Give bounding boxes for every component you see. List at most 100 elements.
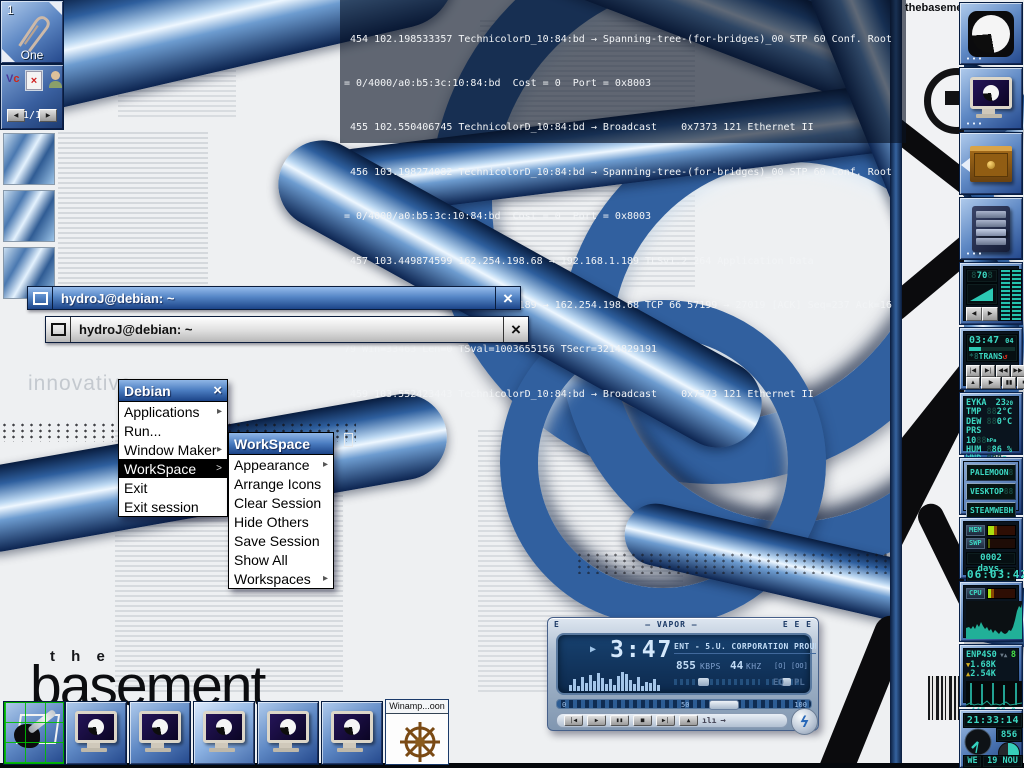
menu-item-exit[interactable]: Exit — [119, 478, 227, 497]
window-title: hydroJ@debian: ~ — [71, 317, 503, 342]
appicon-wprefs[interactable] — [3, 701, 65, 765]
volume-slider-handle[interactable] — [698, 678, 709, 686]
menu-item-hide-others[interactable]: Hide Others — [229, 512, 333, 531]
miniaturize-button[interactable] — [28, 287, 53, 309]
submenu-titlebar[interactable]: WorkSpace — [228, 432, 334, 455]
cpu-label: CPU — [966, 588, 985, 599]
menu-item-appearance[interactable]: Appearance▸ — [229, 455, 333, 474]
cpu-graph — [966, 601, 1022, 639]
cpu-dockapp[interactable]: CPU — [959, 581, 1023, 642]
clock-counter: 856 — [996, 728, 1022, 742]
wm-logo-icon — [280, 719, 296, 735]
menu-item-run[interactable]: Run... — [119, 421, 227, 440]
menu-item-applications[interactable]: Applications▸ — [119, 402, 227, 421]
pause-button[interactable]: ▮▮ — [610, 715, 629, 726]
track-title: ENT - 5.U. CORPORATION PROUDLY — [674, 642, 816, 654]
position-slider-handle[interactable] — [709, 700, 739, 710]
close-button[interactable]: × — [503, 317, 528, 342]
close-button[interactable]: × — [495, 287, 520, 309]
next-button[interactable]: ▶| — [656, 715, 675, 726]
stop-button[interactable]: ■ — [1017, 377, 1024, 389]
weather-dockapp[interactable]: EYKA 2320 TMP 882°C DEW 880°C PRS 1088hP… — [959, 392, 1023, 455]
menu-close-icon[interactable]: × — [213, 382, 222, 399]
terminal-window[interactable]: 454 102.198533357 TechnicolorD_10:84:bd … — [340, 0, 906, 143]
winamp-title: — VAPOR — — [645, 620, 697, 629]
miniaturize-button[interactable] — [46, 317, 71, 342]
titlebar-inactive[interactable]: hydroJ@debian: ~ × — [45, 316, 529, 343]
eject-button[interactable]: ▲ — [966, 377, 980, 389]
winamp-display: ▶ 3:47 ENT - 5.U. CORPORATION PROUDLY 85… — [556, 633, 812, 695]
dock-tile-cabinet[interactable] — [959, 197, 1023, 260]
shuffle-arrow-icon[interactable]: → — [720, 716, 725, 726]
play-button[interactable]: ▶ — [981, 377, 1001, 389]
menu-item-clear-session[interactable]: Clear Session — [229, 493, 333, 512]
workspace-clip[interactable]: 1 One — [0, 0, 64, 64]
dock-tile-drawer[interactable] — [959, 132, 1023, 195]
play-button[interactable]: ▶ — [587, 715, 606, 726]
pager-next-button[interactable]: ▶ — [39, 109, 57, 122]
close-icon: × — [503, 290, 513, 307]
pl-button[interactable]: PL — [794, 678, 805, 688]
dock-tile-windowmaker[interactable] — [959, 2, 1023, 65]
wm-logo-icon — [152, 719, 168, 735]
clip-next-button[interactable] — [49, 2, 62, 15]
menu-item-arrange-icons[interactable]: Arrange Icons — [229, 474, 333, 493]
network-dockapp[interactable]: ENP4S0 ▼▲ 8 ▼1.68K ▲2.54K ▼445 ▲66.0 — [959, 644, 1023, 707]
menu-item-workspace[interactable]: WorkSpace> — [119, 459, 227, 478]
analog-clock — [964, 728, 992, 756]
ship-wheel-icon — [386, 714, 448, 764]
mixer-dockapp[interactable]: 8708 ◀ ▶ — [959, 262, 1023, 325]
winamp-logo-icon[interactable]: ϟ — [791, 708, 818, 735]
document-x-icon[interactable]: × — [26, 71, 42, 90]
volume-wedge — [966, 283, 998, 305]
eq-button[interactable]: EQ — [773, 678, 784, 688]
user-icon[interactable] — [49, 71, 62, 88]
menu-titlebar[interactable]: Debian × — [118, 379, 228, 402]
menu-item-save-session[interactable]: Save Session — [229, 531, 333, 550]
launcher-button-vesktop[interactable]: VESKTOP88 — [966, 483, 1016, 500]
wm-logo-icon — [983, 85, 999, 101]
titlebar-active[interactable]: hydroJ@debian: ~ × — [27, 286, 521, 310]
previous-button[interactable]: |◀ — [564, 715, 583, 726]
clock-day: WE — [963, 755, 982, 768]
mixer-next-button[interactable]: ▶ — [982, 307, 998, 321]
dock-tile-terminal[interactable] — [959, 67, 1023, 130]
winamp-titlebar[interactable]: E — VAPOR — E E E — [548, 618, 818, 631]
player-dockapp[interactable]: 03:47 04 *8TRANS↺ |◀ ▶| ◀◀ ▶▶ ▲ ▶ ▮▮ — [959, 327, 1023, 390]
stop-button[interactable]: ■ — [633, 715, 652, 726]
appicon-terminal[interactable] — [65, 701, 127, 765]
vc-app-icon[interactable]: Vc — [6, 73, 19, 85]
memload-dockapp[interactable]: MEM SWP 0002 days, 06:03:42 — [959, 517, 1023, 579]
winamp-window[interactable]: E — VAPOR — E E E ▶ 3:47 ENT - 5.U. CO — [547, 617, 819, 731]
pager-dockapp[interactable]: Vc × ◀ 1/1 ▶ — [0, 64, 64, 130]
menu-item-workspaces[interactable]: Workspaces▸ — [229, 569, 333, 588]
launcher-button-palemoon[interactable]: PALEMOON8 — [966, 464, 1016, 481]
volume-slider[interactable] — [674, 679, 760, 685]
selection-grid — [4, 702, 64, 764]
menu-item-window-maker[interactable]: Window Maker▸ — [119, 440, 227, 459]
visualizer-icon[interactable]: ılı — [702, 716, 716, 725]
miniwindow-winamp[interactable]: Winamp...oon — [385, 699, 449, 765]
position-slider[interactable]: 0 50 100 — [556, 699, 812, 709]
appicon-terminal[interactable] — [257, 701, 319, 765]
pause-button[interactable]: ▮▮ — [1002, 377, 1016, 389]
appicon-terminal[interactable] — [129, 701, 191, 765]
wallpaper-thumbnail — [3, 133, 55, 185]
winamp-clutter-badge[interactable]: E — [554, 620, 560, 629]
player-forward-button[interactable]: ▶▶ — [1011, 365, 1024, 377]
menu-item-exit-session[interactable]: Exit session — [119, 497, 227, 516]
eject-button[interactable]: ▲ — [679, 715, 698, 726]
appicon-terminal[interactable] — [321, 701, 383, 765]
clip-prev-button[interactable] — [2, 49, 15, 62]
clock-dockapp[interactable]: 21:33:14 856 WE 19 NOU — [959, 709, 1023, 768]
mixer-prev-button[interactable]: ◀ — [966, 307, 982, 321]
player-rewind-button[interactable]: ◀◀ — [996, 365, 1010, 377]
terminal-line: = 0/4000/a0:b5:3c:10:84:bd Cost = 0 Port… — [344, 77, 906, 92]
wm-logo-icon — [216, 719, 232, 735]
player-prev-button[interactable]: |◀ — [966, 365, 980, 377]
winamp-window-buttons[interactable]: E E E — [783, 620, 812, 629]
launcher-dockapp[interactable]: PALEMOON8 VESKTOP88 STEAMWEBH — [959, 457, 1023, 515]
menu-item-show-all[interactable]: Show All — [229, 550, 333, 569]
appicon-terminal[interactable] — [193, 701, 255, 765]
player-next-button[interactable]: ▶| — [981, 365, 995, 377]
